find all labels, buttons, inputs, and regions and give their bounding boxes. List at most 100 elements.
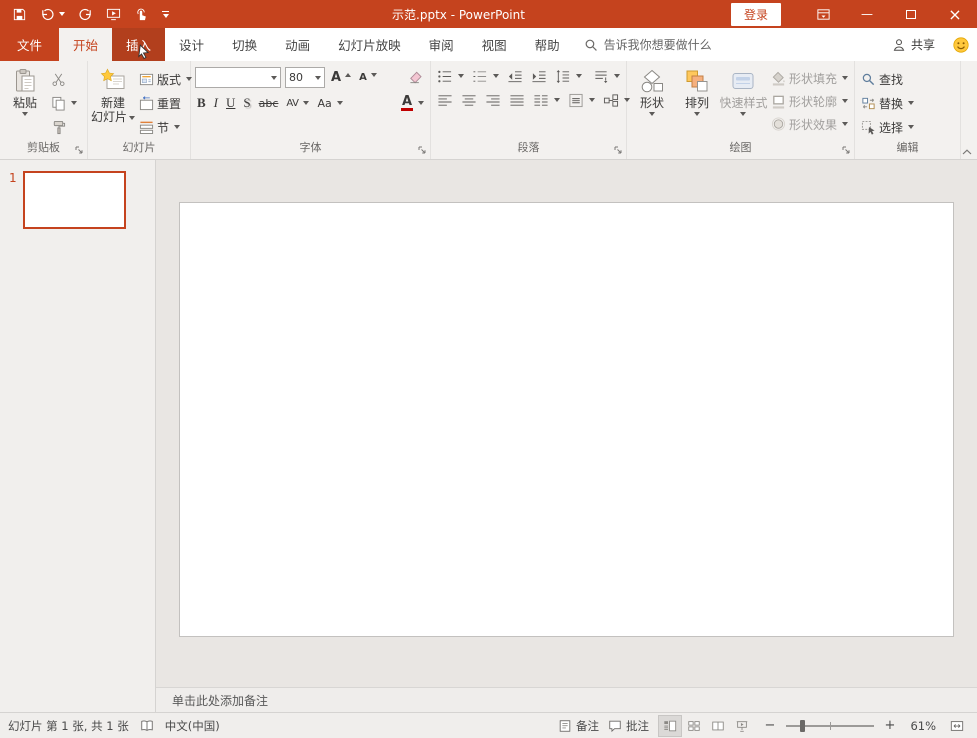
font-size-select[interactable]: 80 xyxy=(285,67,325,88)
collapse-ribbon-button[interactable] xyxy=(962,149,972,155)
reset-button[interactable]: 重置 xyxy=(137,94,194,112)
shape-outline-button[interactable]: 形状轮廓 xyxy=(769,92,850,110)
replace-button[interactable]: 替换 xyxy=(859,94,916,112)
align-text-button[interactable] xyxy=(566,91,597,109)
character-spacing-button[interactable]: AV xyxy=(284,94,311,112)
bullets-button[interactable] xyxy=(435,67,466,85)
tell-me-search[interactable]: 告诉我你想要做什么 xyxy=(574,28,722,61)
tab-insert[interactable]: 插入 xyxy=(112,28,165,61)
normal-view-button[interactable] xyxy=(658,715,682,737)
font-color-button[interactable]: A xyxy=(399,94,426,112)
shapes-dropdown-arrow[interactable] xyxy=(649,112,655,116)
cut-button[interactable] xyxy=(49,70,79,88)
align-left-button[interactable] xyxy=(435,91,455,109)
tab-slideshow[interactable]: 幻灯片放映 xyxy=(324,28,415,61)
underline-button[interactable]: U xyxy=(224,94,237,112)
shape-outline-dropdown-arrow[interactable] xyxy=(842,99,848,103)
clear-formatting-button[interactable] xyxy=(407,69,426,87)
close-button[interactable]: × xyxy=(933,0,977,28)
zoom-slider[interactable] xyxy=(786,725,874,727)
tab-review[interactable]: 审阅 xyxy=(415,28,468,61)
undo-button[interactable] xyxy=(40,7,65,22)
maximize-button[interactable] xyxy=(889,0,933,28)
zoom-out-button[interactable]: − xyxy=(763,718,777,733)
arrange-dropdown-arrow[interactable] xyxy=(694,112,700,116)
increase-indent-button[interactable] xyxy=(529,67,549,85)
decrease-font-size-button[interactable]: A xyxy=(357,69,379,87)
bullets-dropdown-arrow[interactable] xyxy=(458,74,464,78)
slide-canvas[interactable] xyxy=(179,202,954,637)
shapes-button[interactable]: 形状 xyxy=(631,65,673,139)
quick-styles-dropdown-arrow[interactable] xyxy=(740,112,746,116)
select-button[interactable]: 选择 xyxy=(859,118,916,136)
copy-dropdown-arrow[interactable] xyxy=(71,101,77,105)
font-dialog-launcher[interactable] xyxy=(417,145,427,155)
reading-view-button[interactable] xyxy=(706,715,730,737)
justify-button[interactable] xyxy=(507,91,527,109)
tab-file[interactable]: 文件 xyxy=(0,28,59,61)
new-slide-button[interactable]: 新建 幻灯片 xyxy=(92,65,134,139)
drawing-dialog-launcher[interactable] xyxy=(841,145,851,155)
numbering-dropdown-arrow[interactable] xyxy=(493,74,499,78)
case-dropdown-arrow[interactable] xyxy=(337,101,343,105)
tab-transitions[interactable]: 切换 xyxy=(218,28,271,61)
increase-font-size-button[interactable]: A xyxy=(329,69,353,87)
shape-effects-button[interactable]: 形状效果 xyxy=(769,115,850,133)
columns-dropdown-arrow[interactable] xyxy=(554,98,560,102)
slide-thumbnail[interactable] xyxy=(23,171,126,229)
align-text-dropdown-arrow[interactable] xyxy=(589,98,595,102)
clipboard-dialog-launcher[interactable] xyxy=(74,145,84,155)
font-name-select[interactable] xyxy=(195,67,281,88)
tab-animations[interactable]: 动画 xyxy=(271,28,324,61)
tab-design[interactable]: 设计 xyxy=(165,28,218,61)
columns-button[interactable] xyxy=(531,91,562,109)
quick-styles-button[interactable]: 快速样式 xyxy=(721,65,766,139)
align-right-button[interactable] xyxy=(483,91,503,109)
tab-home[interactable]: 开始 xyxy=(59,28,112,61)
fit-slide-button[interactable] xyxy=(945,715,969,737)
zoom-percentage[interactable]: 61% xyxy=(906,719,936,733)
replace-dropdown-arrow[interactable] xyxy=(908,101,914,105)
sign-in-button[interactable]: 登录 xyxy=(731,3,781,26)
text-shadow-button[interactable]: S xyxy=(241,94,252,112)
numbering-button[interactable] xyxy=(470,67,501,85)
strikethrough-button[interactable]: abc xyxy=(257,94,281,112)
language-indicator[interactable]: 中文(中国) xyxy=(165,718,220,734)
ribbon-display-options-button[interactable] xyxy=(801,0,845,28)
section-button[interactable]: 节 xyxy=(137,118,194,136)
paste-button[interactable]: 粘贴 xyxy=(4,65,46,139)
find-button[interactable]: 查找 xyxy=(859,70,916,88)
new-slide-dropdown-arrow[interactable] xyxy=(129,116,135,120)
copy-button[interactable] xyxy=(49,94,79,112)
repeat-button[interactable] xyxy=(78,7,93,22)
save-button[interactable] xyxy=(12,7,27,22)
italic-button[interactable]: I xyxy=(212,94,220,112)
undo-dropdown-arrow[interactable] xyxy=(59,12,65,16)
select-dropdown-arrow[interactable] xyxy=(908,125,914,129)
notes-placeholder[interactable]: 单击此处添加备注 xyxy=(172,692,268,709)
decrease-indent-button[interactable] xyxy=(505,67,525,85)
notes-toggle-button[interactable]: 备注 xyxy=(558,718,599,734)
change-case-button[interactable]: Aa xyxy=(315,94,344,112)
shape-fill-button[interactable]: 形状填充 xyxy=(769,69,850,87)
spell-check-button[interactable] xyxy=(140,719,154,733)
minimize-button[interactable]: — xyxy=(845,0,889,28)
text-direction-dropdown-arrow[interactable] xyxy=(614,74,620,78)
customize-qat-button[interactable] xyxy=(162,11,169,18)
shape-fill-dropdown-arrow[interactable] xyxy=(842,76,848,80)
tab-help[interactable]: 帮助 xyxy=(521,28,574,61)
arrange-button[interactable]: 排列 xyxy=(676,65,718,139)
text-direction-button[interactable] xyxy=(591,67,622,85)
zoom-in-button[interactable]: + xyxy=(883,718,897,733)
tab-view[interactable]: 视图 xyxy=(468,28,521,61)
bold-button[interactable]: B xyxy=(195,94,208,112)
font-color-dropdown-arrow[interactable] xyxy=(418,101,424,105)
line-spacing-dropdown-arrow[interactable] xyxy=(576,74,582,78)
slideshow-view-button[interactable] xyxy=(730,715,754,737)
format-painter-button[interactable] xyxy=(49,118,79,136)
layout-button[interactable]: 版式 xyxy=(137,70,194,88)
comments-toggle-button[interactable]: 批注 xyxy=(608,718,649,734)
font-name-dropdown-arrow[interactable] xyxy=(271,76,277,80)
line-spacing-button[interactable] xyxy=(553,67,584,85)
notes-pane[interactable]: 单击此处添加备注 xyxy=(156,687,977,712)
